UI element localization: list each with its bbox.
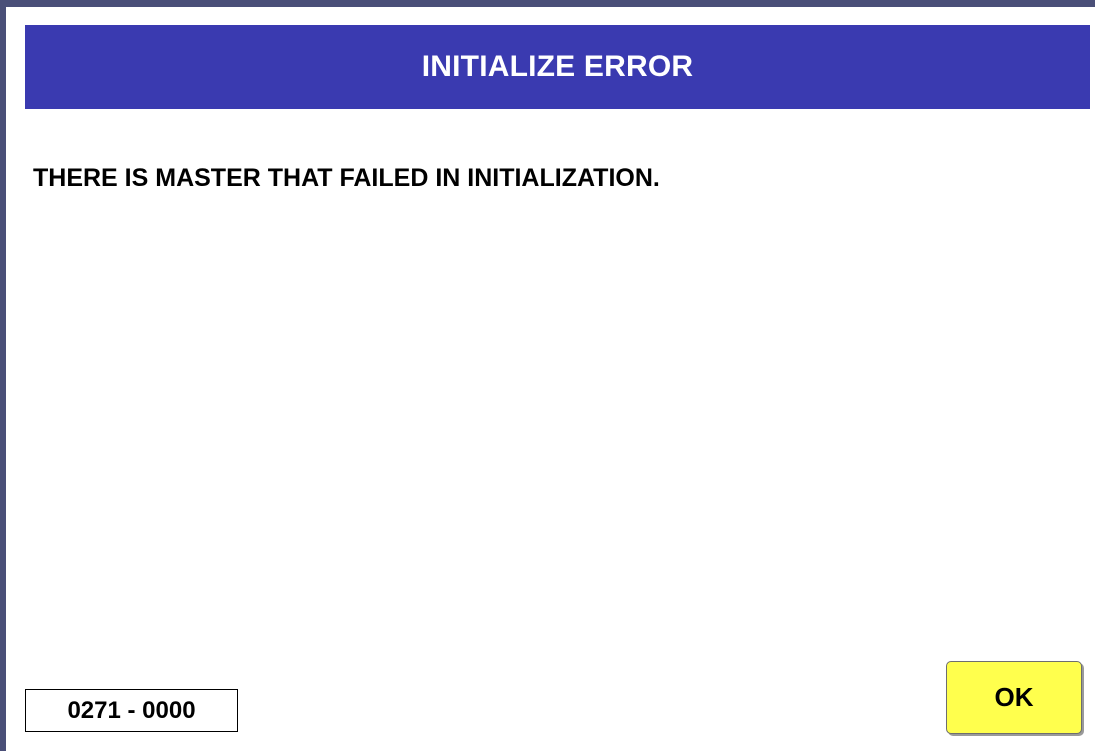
error-dialog: INITIALIZE ERROR THERE IS MASTER THAT FA…	[0, 0, 1095, 751]
window-frame-inner	[6, 7, 9, 751]
ok-button[interactable]: OK	[946, 661, 1082, 734]
window-frame-top	[0, 0, 1095, 7]
dialog-title: INITIALIZE ERROR	[421, 50, 694, 83]
dialog-title-bar: INITIALIZE ERROR	[25, 25, 1090, 109]
error-message: THERE IS MASTER THAT FAILED IN INITIALIZ…	[33, 164, 660, 192]
error-code-box: 0271 - 0000	[25, 689, 238, 732]
